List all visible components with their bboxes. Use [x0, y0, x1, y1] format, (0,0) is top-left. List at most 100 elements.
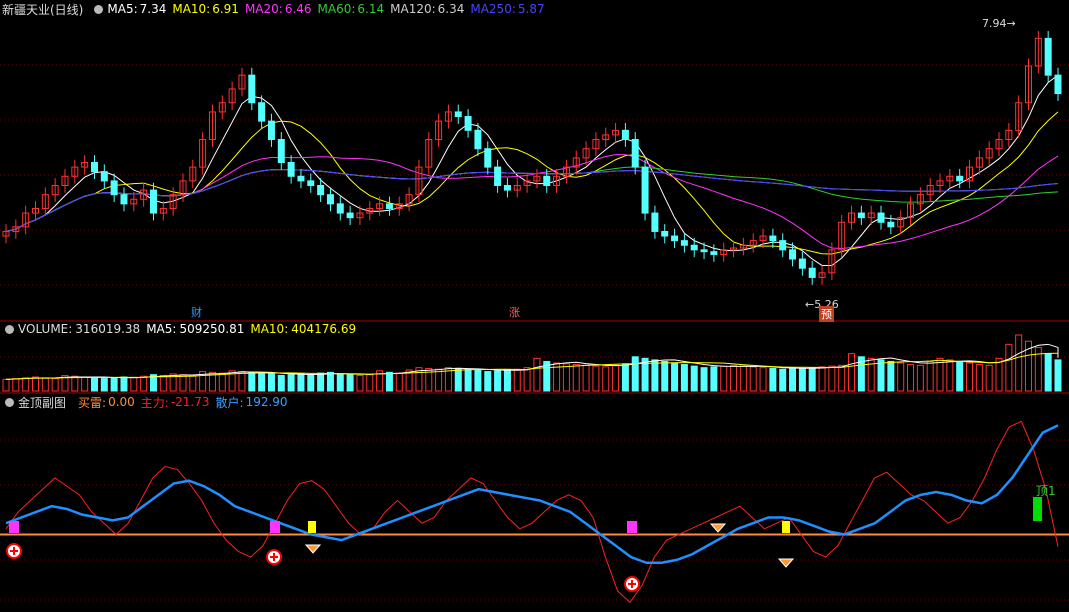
moving-average-lines: [5, 74, 1059, 266]
candle-body: [671, 235, 679, 242]
ma250-value: 5.87: [517, 2, 545, 16]
main-legend: 新疆天业(日线) MA5: 7.34 MA10: 6.91 MA20: 6.46…: [0, 0, 551, 18]
volume-bar: [759, 367, 767, 392]
candle-body: [956, 175, 964, 182]
candle-body: [769, 235, 777, 242]
volume-bar: [503, 369, 511, 392]
retail-line: [5, 424, 1059, 564]
volume-bar: [395, 372, 403, 392]
volume-bar: [572, 364, 580, 392]
volume-bars: [2, 334, 1062, 392]
volume-bar: [798, 367, 806, 392]
volume-bar: [887, 360, 895, 392]
ma20-label: MA20:: [244, 2, 283, 16]
candle-body: [1044, 37, 1052, 76]
volume-bar: [336, 373, 344, 392]
ma10-label: MA10:: [172, 2, 211, 16]
diamond-marker-icon: [304, 544, 322, 554]
volume-settings-gear-icon[interactable]: [5, 324, 14, 334]
volume-bar: [779, 368, 787, 392]
indicator-lines: [0, 420, 1069, 604]
volume-bar: [356, 374, 364, 392]
volume-bar: [1054, 365, 1062, 392]
candle-body: [494, 166, 502, 186]
volume-ma10-value: 404176.69: [291, 322, 357, 336]
volume-value: 316019.38: [75, 322, 141, 336]
candle-body: [631, 139, 639, 168]
candle-body: [464, 116, 472, 131]
volume-bar: [690, 365, 698, 392]
caution-marker: [308, 521, 316, 533]
volume-bar: [326, 371, 334, 392]
event-label-finance[interactable]: 财: [191, 304, 202, 320]
volume-bar: [258, 372, 266, 392]
volume-bar: [985, 364, 993, 392]
stock-chart: [0, 31, 1069, 604]
volume-bar: [828, 365, 836, 392]
volume-bar: [749, 366, 757, 392]
volume-bar: [739, 365, 747, 392]
ma5-value: 7.34: [139, 2, 167, 16]
volume-bar: [189, 375, 197, 392]
main-force-line: [5, 420, 1059, 604]
volume-bar: [287, 374, 295, 392]
volume-bar: [120, 376, 128, 392]
volume-bar: [631, 356, 639, 392]
candle-body: [454, 111, 462, 118]
candle-body: [317, 184, 325, 196]
volume-bar: [671, 362, 679, 392]
volume-bar: [130, 376, 138, 392]
volume-bar: [277, 374, 285, 392]
volume-bar: [90, 377, 98, 392]
event-label-rise[interactable]: 涨: [509, 304, 520, 320]
volume-bar: [218, 372, 226, 392]
volume-bar: [484, 371, 492, 392]
candle-body: [326, 194, 334, 205]
volume-bar: [661, 360, 669, 392]
volume-bar: [159, 374, 167, 392]
volume-bar: [523, 367, 531, 392]
settings-gear-icon[interactable]: [94, 4, 104, 14]
volume-bar: [602, 366, 610, 392]
candle-body: [680, 240, 688, 246]
event-label-forecast[interactable]: 预: [819, 306, 834, 322]
volume-bar: [769, 367, 777, 392]
volume-bar: [464, 368, 472, 392]
indicator-settings-gear-icon[interactable]: [5, 397, 14, 407]
candle-body: [474, 129, 482, 150]
candle-body: [484, 148, 492, 168]
volume-bar: [651, 359, 659, 392]
candle-body: [690, 244, 698, 251]
volume-bar: [936, 357, 944, 392]
volume-bar: [808, 367, 816, 392]
volume-bar: [140, 375, 148, 392]
indicator-markers: [6, 497, 1042, 592]
candle-body: [248, 74, 256, 104]
candle-body: [641, 166, 649, 214]
volume-bar: [582, 364, 590, 392]
candle-body: [798, 258, 806, 269]
volume-bar: [848, 353, 856, 392]
candle-body: [710, 251, 718, 255]
volume-bar: [710, 366, 718, 392]
volume-bar: [946, 359, 954, 392]
buy-label: 买雷:: [78, 395, 107, 410]
diamond-marker-icon: [709, 523, 727, 533]
candle-body: [346, 212, 354, 219]
volume-bar: [818, 366, 826, 392]
volume-bar: [494, 370, 502, 392]
volume-bar: [907, 364, 915, 392]
retail-value: 192.90: [245, 395, 288, 409]
ma250-label: MA250:: [470, 2, 516, 16]
candle-body: [543, 175, 551, 186]
volume-bar: [238, 371, 246, 392]
candle-body: [267, 120, 275, 141]
candle-body: [385, 203, 393, 209]
volume-ma10-label: MA10:: [250, 322, 289, 336]
volume-bar: [1005, 343, 1013, 392]
volume-bar: [995, 357, 1003, 392]
indicator-legend: 金顶副图 买雷: 0.00 主力: -21.73 散户: 192.90: [0, 393, 294, 411]
volume-bar: [1015, 334, 1023, 392]
high-price-value: 7.94: [982, 17, 1007, 30]
ma60-value: 6.14: [357, 2, 385, 16]
